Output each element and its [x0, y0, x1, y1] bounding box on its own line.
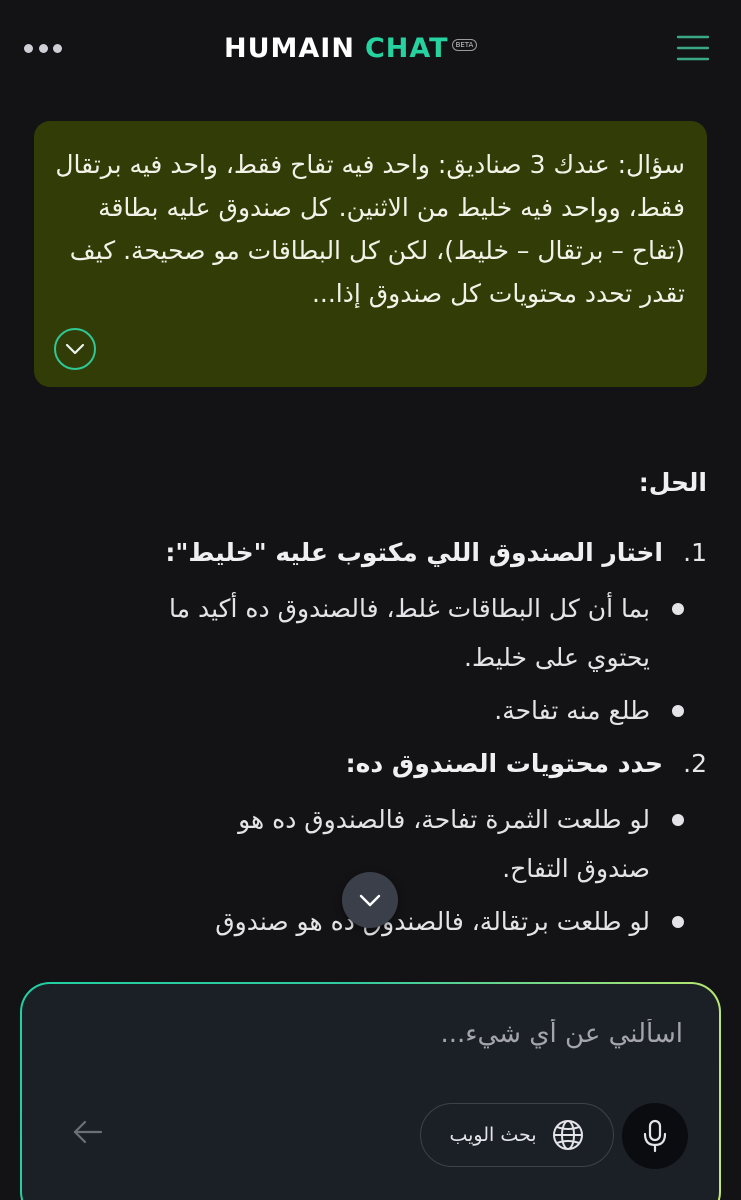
microphone-icon [643, 1119, 667, 1153]
prompt-input[interactable] [183, 1012, 683, 1056]
header: HUMAIN CHAT BETA [0, 0, 741, 100]
menu-button[interactable] [676, 34, 710, 62]
app-logo: HUMAIN CHAT BETA [224, 33, 478, 73]
composer: بحث الويب [20, 982, 721, 1200]
user-message-text: سؤال: عندك 3 صناديق: واحد فيه تفاح فقط، … [55, 150, 685, 308]
send-button[interactable] [68, 1112, 108, 1152]
step-2-bullets: لو طلعت الثمرة تفاحة، فالصندوق ده هو صند… [87, 795, 707, 946]
step-number: 1. [683, 538, 707, 567]
step-title: اختار الصندوق اللي مكتوب عليه "خليط": [165, 538, 663, 567]
more-options-button[interactable] [22, 36, 64, 60]
microphone-button[interactable] [622, 1103, 688, 1169]
assistant-answer: الحل: 1. اختار الصندوق اللي مكتوب عليه "… [87, 458, 707, 950]
content-fade [0, 940, 741, 980]
web-search-button[interactable]: بحث الويب [420, 1103, 614, 1167]
chat-app: HUMAIN CHAT BETA سؤال: عندك 3 صناديق: وا… [0, 0, 741, 1200]
menu-icon [676, 35, 710, 61]
list-item: طلع منه تفاحة. [87, 686, 707, 735]
chevron-down-icon [65, 343, 85, 355]
beta-badge: BETA [451, 39, 478, 51]
globe-icon [552, 1120, 583, 1150]
web-search-label: بحث الويب [449, 1124, 537, 1146]
more-dots-icon [24, 43, 62, 53]
logo-brand: HUMAIN [224, 33, 355, 64]
answer-heading: الحل: [638, 468, 707, 497]
chevron-down-icon [359, 894, 381, 906]
expand-message-button[interactable] [54, 328, 96, 370]
user-message-bubble: سؤال: عندك 3 صناديق: واحد فيه تفاح فقط، … [34, 121, 707, 387]
list-item: بما أن كل البطاقات غلط، فالصندوق ده أكيد… [87, 584, 707, 682]
step-2: 2. حدد محتويات الصندوق ده: [87, 741, 707, 787]
list-item: لو طلعت الثمرة تفاحة، فالصندوق ده هو صند… [87, 795, 707, 893]
scroll-to-bottom-button[interactable] [342, 872, 398, 928]
step-1-bullets: بما أن كل البطاقات غلط، فالصندوق ده أكيد… [87, 584, 707, 735]
arrow-left-icon [73, 1120, 103, 1144]
composer-inner: بحث الويب [22, 984, 719, 1200]
logo-product: CHAT [364, 33, 449, 64]
step-1: 1. اختار الصندوق اللي مكتوب عليه "خليط": [87, 530, 707, 576]
step-title: حدد محتويات الصندوق ده: [345, 749, 663, 778]
step-number: 2. [683, 749, 707, 778]
